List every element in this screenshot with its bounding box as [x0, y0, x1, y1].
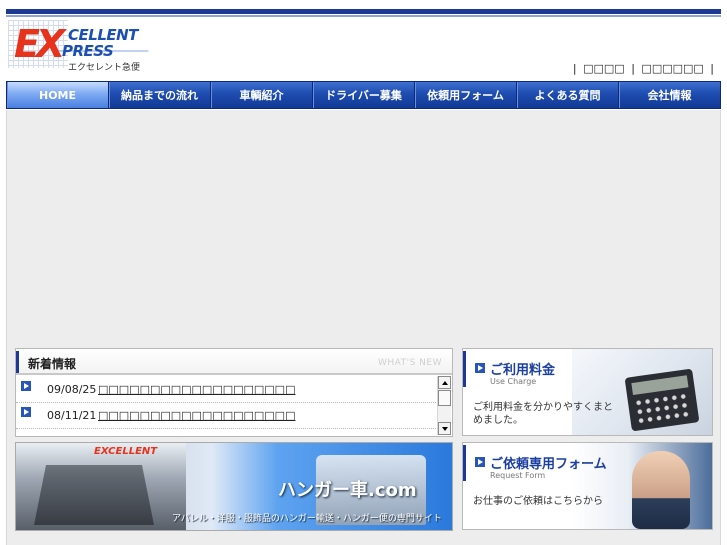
- nav-home[interactable]: HOME: [7, 82, 109, 108]
- top-link-2[interactable]: □□□□□□: [641, 62, 703, 75]
- news-link[interactable]: □□□□□□□□□□□□□□□□□□□: [98, 383, 295, 396]
- top-links: | □□□□ | □□□□□□ |: [570, 62, 717, 75]
- logo-japanese: エクセレント急便: [68, 63, 141, 73]
- hanger-car-banner[interactable]: EXCELLENT ハンガー車.com アパレル・洋服・服飾品のハンガー輸送・ハ…: [15, 442, 453, 531]
- news-link[interactable]: □□□□□□□□□□□□□□□□□□□: [98, 409, 295, 422]
- card-title-en: Use Charge: [490, 377, 537, 386]
- card-title: ご利用料金: [490, 363, 556, 378]
- nav-driver-recruit[interactable]: ドライバー募集: [313, 82, 415, 108]
- top-stripe: [6, 9, 721, 14]
- nav-vehicles[interactable]: 車輌紹介: [211, 82, 313, 108]
- news-scrollbar[interactable]: [437, 376, 451, 435]
- news-header: 新着情報 WHAT'S NEW: [16, 349, 452, 375]
- nav-request-form[interactable]: 依頼用フォーム: [415, 82, 517, 108]
- main-nav: HOME 納品までの流れ 車輌紹介 ドライバー募集 依頼用フォーム よくある質問…: [6, 81, 721, 109]
- play-arrow-icon: [475, 457, 485, 467]
- card-bar: [463, 351, 466, 387]
- site-logo[interactable]: EX CELLENT PRESS エクセレント急便: [8, 20, 158, 73]
- logo-press: PRESS: [62, 42, 114, 60]
- request-form-card[interactable]: ご依頼専用フォーム Request Form お仕事のご依頼はこちらから: [462, 442, 713, 530]
- play-arrow-icon: [21, 381, 31, 391]
- nav-delivery-flow[interactable]: 納品までの流れ: [109, 82, 211, 108]
- play-arrow-icon: [21, 407, 31, 417]
- card-description: ご利用料金を分かりやすくまとめました。: [473, 402, 613, 426]
- banner-logo: EXCELLENT: [94, 446, 158, 457]
- news-title-en: WHAT'S NEW: [378, 358, 442, 368]
- scroll-up-icon[interactable]: [438, 376, 451, 389]
- link-separator: |: [572, 62, 577, 75]
- news-date: 08/11/21: [47, 409, 97, 422]
- news-item[interactable]: 08/11/21 □□□□□□□□□□□□□□□□□□□: [16, 403, 436, 429]
- news-title: 新着情報: [28, 357, 77, 371]
- top-link-1[interactable]: □□□□: [583, 62, 625, 75]
- news-box: 新着情報 WHAT'S NEW 09/08/25 □□□□□□□□□□□□□□□…: [15, 348, 453, 437]
- use-charge-card[interactable]: ご利用料金 Use Charge ご利用料金を分かりやすくまとめました。: [462, 348, 713, 436]
- operator-icon: [632, 451, 690, 529]
- link-separator: |: [710, 62, 714, 75]
- banner-title: ハンガー車.com: [278, 480, 417, 501]
- news-list: 09/08/25 □□□□□□□□□□□□□□□□□□□ 08/11/21 □□…: [16, 377, 436, 429]
- logo-ex: EX: [14, 22, 65, 66]
- banner-subtitle: アパレル・洋服・服飾品のハンガー輸送・ハンガー便の専門サイト: [172, 514, 442, 524]
- news-header-bar: [16, 351, 19, 373]
- page: EX CELLENT PRESS エクセレント急便 | □□□□ | □□□□□…: [0, 0, 727, 545]
- card-title: ご依頼専用フォーム: [490, 457, 607, 472]
- card-title-en: Request Form: [490, 471, 546, 480]
- scroll-thumb[interactable]: [438, 390, 451, 406]
- card-description: お仕事のご依頼はこちらから: [473, 496, 603, 507]
- nav-company[interactable]: 会社情報: [619, 82, 720, 108]
- news-item[interactable]: 09/08/25 □□□□□□□□□□□□□□□□□□□: [16, 377, 436, 403]
- play-arrow-icon: [475, 363, 485, 373]
- top-stripe-light: [6, 15, 721, 17]
- nav-faq[interactable]: よくある質問: [517, 82, 619, 108]
- calculator-icon: [624, 368, 700, 432]
- news-date: 09/08/25: [47, 383, 97, 396]
- link-separator: |: [631, 62, 635, 75]
- card-bar: [463, 445, 466, 481]
- scroll-down-icon[interactable]: [438, 422, 451, 435]
